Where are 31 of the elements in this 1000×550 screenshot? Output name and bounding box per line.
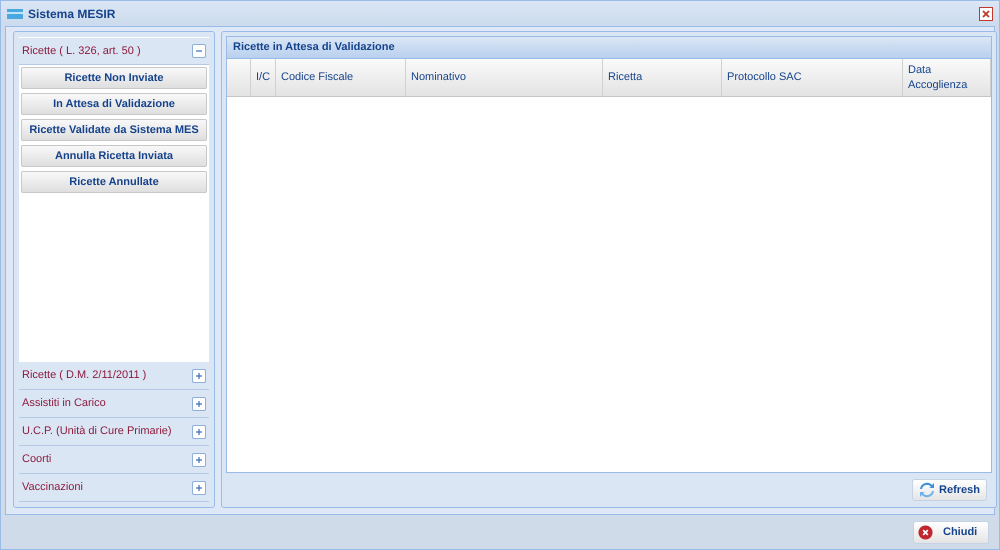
column-header[interactable]: Data Accoglienza [908,62,985,92]
refresh-icon [919,482,936,498]
close-circle-icon [918,524,933,540]
collapse-icon[interactable] [192,44,206,58]
window-icon [7,8,23,18]
menu-button[interactable]: Annulla Ricetta Inviata [21,145,207,167]
panel-title: Ricette in Attesa di Validazione [233,40,395,56]
accordion-header[interactable]: Vaccinazioni [19,474,209,502]
accordion-header[interactable]: Coorti [19,446,209,474]
accordion-header[interactable]: U.C.P. (Unità di Cure Primarie) [19,418,209,446]
column-header[interactable]: I/C [256,70,270,85]
menu-button[interactable]: Ricette Non Inviate [21,67,207,89]
column-header[interactable]: Ricetta [608,70,642,85]
window-title: Sistema MESIR [28,6,116,22]
expand-icon[interactable] [192,452,206,466]
column-header[interactable]: Protocollo SAC [727,70,802,85]
close-button[interactable] [979,6,993,20]
column-header[interactable]: Codice Fiscale [281,70,354,85]
expand-icon[interactable] [192,424,206,438]
close-icon [982,10,990,18]
menu-button[interactable]: Ricette Validate da Sistema MES [21,119,207,141]
expand-icon[interactable] [192,396,206,410]
chiudi-button[interactable]: Chiudi [913,520,989,544]
menu-button[interactable]: Ricette Annullate [21,171,207,193]
accordion-header[interactable]: Ricette ( D.M. 2/11/2011 ) [19,362,209,390]
accordion-header[interactable]: Assistiti in Carico [19,390,209,418]
expand-icon[interactable] [192,368,206,382]
menu-button[interactable]: In Attesa di Validazione [21,93,207,115]
refresh-button[interactable]: Refresh [912,479,987,501]
expand-icon[interactable] [192,480,206,494]
column-header[interactable]: Nominativo [411,70,466,85]
